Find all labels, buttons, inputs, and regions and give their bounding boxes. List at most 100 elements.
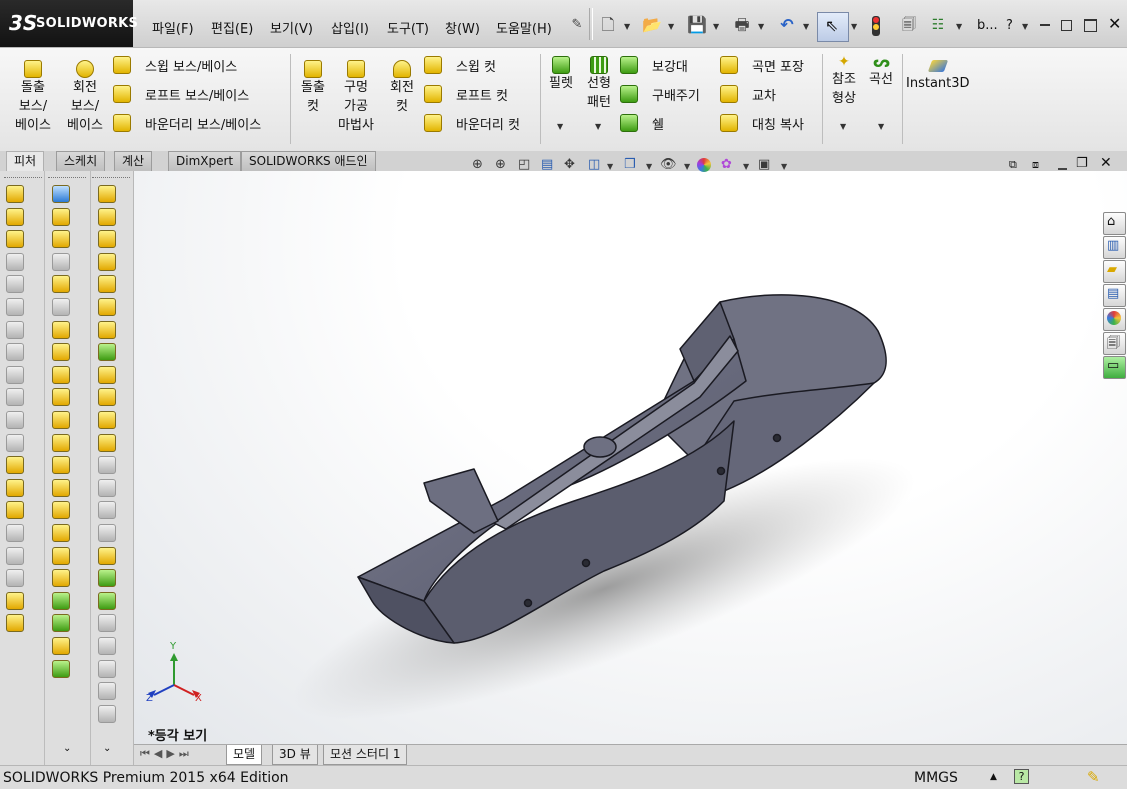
curves-dropdown-icon[interactable]: ▼ [878,122,884,131]
more-tools-icon[interactable]: ⌄ [103,743,111,754]
menu-edit[interactable]: 편집(E) [209,18,255,37]
split-line-tool-icon[interactable] [52,637,70,655]
doc-window-split-icon[interactable]: ⧈ [1032,158,1039,172]
linear-pattern-button[interactable]: 선형 패턴 [582,56,616,112]
menu-window[interactable]: 창(W) [443,18,482,37]
pin-icon[interactable]: ✎ [566,14,588,36]
display-style-icon[interactable]: ❒ [624,157,636,172]
select-button[interactable]: ⇖ [817,12,849,42]
menu-tools[interactable]: 도구(T) [385,18,431,37]
view-settings-icon[interactable]: ▣ [758,157,770,172]
more-tools-icon[interactable]: ⌄ [63,743,71,754]
tab-dimxpert[interactable]: DimXpert [168,151,242,171]
view-settings-dropdown-icon[interactable]: ▼ [781,162,787,171]
doc-minimize-icon[interactable] [1058,168,1067,170]
zoom-to-fit-icon[interactable]: ⊕ [472,157,483,172]
reference-plane-tool-icon[interactable] [52,433,70,452]
hide-show-dropdown-icon[interactable]: ▼ [684,162,690,171]
swept-boss-button[interactable]: 스윕 보스/베이스 [145,56,237,75]
surface-revolve-tool-icon[interactable] [98,207,116,226]
open-folder-icon[interactable]: 📂 [641,14,663,36]
extend-surface-tool-icon[interactable] [98,388,116,407]
file-properties-icon[interactable]: 🗐 [898,14,920,36]
help-icon[interactable]: ? [1014,769,1029,784]
new-document-icon[interactable]: 🗋 [597,14,619,36]
shell-button[interactable]: 쉘 [652,114,664,133]
undo-dropdown-icon[interactable]: ▼ [803,22,809,31]
mirror-button[interactable]: 대칭 복사 [752,114,804,133]
smart-dimension-tool-icon[interactable] [52,207,70,226]
window-minimize-icon[interactable] [1040,24,1050,26]
save-icon[interactable]: 💾 [686,14,708,36]
edit-appearance-icon[interactable] [697,158,711,172]
reference-tool-icon[interactable] [98,614,116,633]
open-dropdown-icon[interactable]: ▼ [668,22,674,31]
task-pane-design-library-icon[interactable]: ▰ [1103,260,1126,283]
loft-boss-button[interactable]: 로프트 보스/베이스 [145,85,249,104]
extrude-cut-button[interactable]: 돌출 컷 [296,60,330,116]
fillet-dropdown-icon[interactable]: ▼ [557,122,563,131]
wrap-button[interactable]: 곡면 포장 [752,56,804,75]
draft-button[interactable]: 구배주기 [652,85,700,104]
window-close-icon[interactable]: ✕ [1108,14,1121,33]
doc-window-restore-icon[interactable]: ⧉ [1009,158,1017,172]
previous-view-icon[interactable]: ◰ [518,157,530,172]
tab-sketch[interactable]: 스케치 [56,151,106,171]
rebuild-traffic-light-icon[interactable] [872,16,880,36]
curves-button[interactable]: ᔕ 곡선 [866,54,896,89]
fillet-tool-icon[interactable] [52,298,70,316]
solidworks-logo[interactable]: 3S SOLIDWORKS [0,0,138,47]
hide-show-items-icon[interactable]: 👁 [660,157,677,172]
select-dropdown-icon[interactable]: ▼ [851,22,857,31]
split-tool-icon[interactable] [6,569,24,588]
flex-tool-icon[interactable] [6,388,24,407]
unit-system-selector[interactable]: MMGS [914,770,958,786]
trim-surface-tool-icon[interactable] [98,411,116,429]
cut-with-surface-tool-icon[interactable] [98,501,116,520]
window-maximize-icon[interactable] [1084,19,1097,32]
sketch-pattern-tool-icon[interactable] [52,524,70,542]
curve-tool-icon[interactable] [98,637,116,655]
hole-wizard-button[interactable]: 구멍 가공 마법사 [333,60,379,135]
mirror-tool-icon[interactable] [52,320,70,339]
hidden-lines-tool-icon[interactable] [98,682,116,701]
surface-sweep-tool-icon[interactable] [98,230,116,249]
instant3d-button[interactable]: Instant3D [906,60,972,91]
tab-motion-study[interactable]: 모션 스터디 1 [323,745,408,765]
shaded-tool-icon[interactable] [98,704,116,723]
undo-icon[interactable]: ↶ [776,14,798,36]
quick-tips-icon[interactable]: ✎ [1087,768,1100,786]
tab-scroll-arrows-icon[interactable]: ⏮◀▶⏭ [140,747,193,761]
print-icon[interactable]: 🖶 [731,14,753,36]
coordinate-system-tool-icon[interactable] [52,456,70,475]
point-tool-icon[interactable] [6,501,24,520]
rib-tool-icon[interactable] [6,320,24,339]
planar-surface-tool-icon[interactable] [98,298,116,316]
fill-surface-tool-icon[interactable] [98,365,116,384]
composite-curve-tool-icon[interactable] [52,614,70,633]
freeform-tool-icon[interactable] [98,524,116,542]
print-dropdown-icon[interactable]: ▼ [758,22,764,31]
curves-tool-icon[interactable] [52,659,70,678]
sketch-point-tool-icon[interactable] [52,546,70,565]
reference-dropdown-icon[interactable]: ▼ [840,122,846,131]
wrap-tool-icon[interactable] [6,343,24,362]
helix-tool-icon[interactable] [52,411,70,429]
feature-tool-icon[interactable] [52,343,70,362]
revolve-boss-button[interactable]: 회전 보스/ 베이스 [62,60,108,135]
draft-tool-icon[interactable] [6,275,24,294]
save-dropdown-icon[interactable]: ▼ [713,22,719,31]
doc-restore-icon[interactable]: ❐ [1076,156,1088,171]
offset-surface-tool-icon[interactable] [98,320,116,339]
move-face-tool-icon[interactable] [6,524,24,542]
revolve-boss-tool-icon[interactable] [6,207,24,226]
window-tile-icon[interactable] [1061,20,1072,31]
chamfer-tool-icon[interactable] [52,252,70,271]
axis-tool-icon[interactable] [6,478,24,497]
new-dropdown-icon[interactable]: ▼ [624,22,630,31]
display-style-dropdown-icon[interactable]: ▼ [646,162,652,171]
thicken-tool-icon[interactable] [98,478,116,497]
dome-tool-icon[interactable] [6,298,24,316]
projected-curve-tool-icon[interactable] [52,591,70,610]
menu-file[interactable]: 파일(F) [150,18,196,37]
